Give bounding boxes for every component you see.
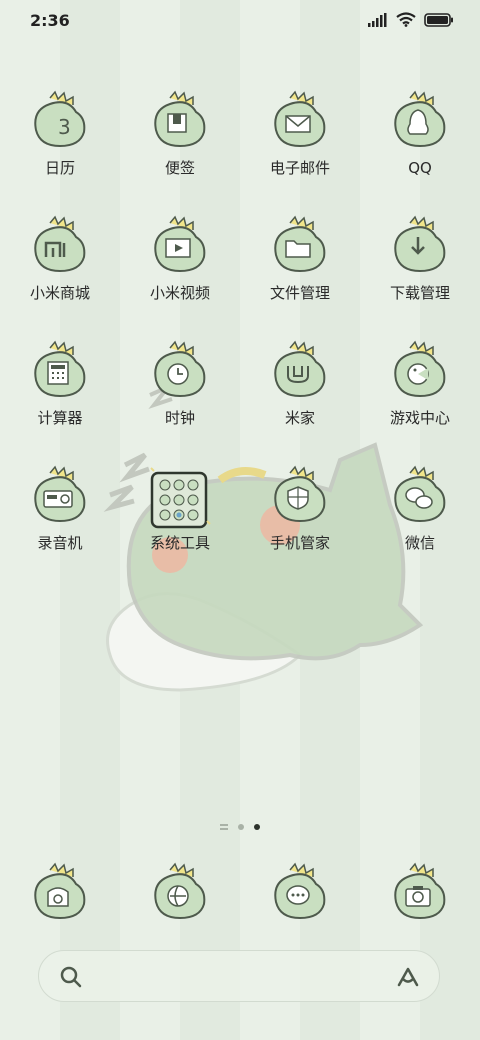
- wifi-icon: [396, 12, 416, 27]
- dock: [0, 862, 480, 926]
- status-icons: [368, 12, 454, 27]
- browser-icon: [148, 862, 212, 926]
- game-icon: [388, 340, 452, 404]
- app-label: 日历: [44, 159, 75, 177]
- app-download-manager[interactable]: 下载管理: [360, 215, 480, 340]
- folder-icon: [268, 215, 332, 279]
- message-icon: [268, 862, 332, 926]
- radio-icon: [28, 465, 92, 529]
- battery-icon: [424, 12, 453, 27]
- app-grid: 3 日历 便签 电子邮件 QQ 小米商城 小米视频 文件管理 下载管理 计算器 …: [0, 90, 480, 590]
- app-label: 小米商城: [29, 284, 90, 302]
- app-calculator[interactable]: 计算器: [0, 340, 120, 465]
- svg-text:3: 3: [58, 115, 71, 139]
- calculator-icon: [28, 340, 92, 404]
- app-notes[interactable]: 便签: [120, 90, 240, 215]
- page-indicator[interactable]: [0, 824, 480, 830]
- app-mi-store[interactable]: 小米商城: [0, 215, 120, 340]
- search-icon[interactable]: [59, 965, 83, 989]
- app-mi-home[interactable]: 米家: [240, 340, 360, 465]
- status-time: 2:36: [30, 11, 70, 30]
- page-indicator-dot-active[interactable]: [254, 824, 260, 830]
- clock-icon: [148, 340, 212, 404]
- assistant-icon[interactable]: [395, 965, 421, 989]
- notes-icon: [148, 90, 212, 154]
- app-game-center[interactable]: 游戏中心: [360, 340, 480, 465]
- app-security[interactable]: 手机管家: [240, 465, 360, 590]
- calendar-icon: 3: [28, 90, 92, 154]
- app-mi-video[interactable]: 小米视频: [120, 215, 240, 340]
- app-label: 录音机: [37, 534, 83, 552]
- app-qq[interactable]: QQ: [360, 90, 480, 215]
- page-indicator-dot[interactable]: [238, 824, 244, 830]
- mail-icon: [268, 90, 332, 154]
- video-icon: [148, 215, 212, 279]
- phone-icon: [28, 862, 92, 926]
- app-label: 手机管家: [269, 534, 330, 552]
- app-label: 文件管理: [269, 284, 330, 302]
- app-wechat[interactable]: 微信: [360, 465, 480, 590]
- app-calendar[interactable]: 3 日历: [0, 90, 120, 215]
- app-label: 米家: [284, 409, 315, 427]
- folder-grid-icon: [148, 465, 212, 529]
- app-recorder[interactable]: 录音机: [0, 465, 120, 590]
- app-label: QQ: [408, 159, 432, 177]
- camera-icon: [388, 862, 452, 926]
- mi-icon: [28, 215, 92, 279]
- dock-messages[interactable]: [240, 862, 360, 926]
- qq-penguin-icon: [388, 90, 452, 154]
- page-indicator-feed[interactable]: [220, 824, 228, 830]
- app-label: 游戏中心: [389, 409, 450, 427]
- wechat-icon: [388, 465, 452, 529]
- dock-phone[interactable]: [0, 862, 120, 926]
- app-label: 小米视频: [149, 284, 210, 302]
- search-bar[interactable]: [38, 950, 440, 1002]
- shield-icon: [268, 465, 332, 529]
- mi-home-icon: [268, 340, 332, 404]
- app-clock[interactable]: 时钟: [120, 340, 240, 465]
- app-label: 便签: [164, 159, 195, 177]
- folder-system-tools[interactable]: 系统工具: [120, 465, 240, 590]
- app-label: 微信: [404, 534, 435, 552]
- app-email[interactable]: 电子邮件: [240, 90, 360, 215]
- app-label: 电子邮件: [269, 159, 330, 177]
- app-label: 下载管理: [389, 284, 450, 302]
- app-label: 时钟: [164, 409, 195, 427]
- app-file-manager[interactable]: 文件管理: [240, 215, 360, 340]
- app-label: 系统工具: [149, 534, 210, 552]
- dock-browser[interactable]: [120, 862, 240, 926]
- download-icon: [388, 215, 452, 279]
- status-bar: 2:36: [0, 0, 480, 40]
- app-label: 计算器: [37, 409, 83, 427]
- signal-icon: [368, 12, 387, 27]
- dock-camera[interactable]: [360, 862, 480, 926]
